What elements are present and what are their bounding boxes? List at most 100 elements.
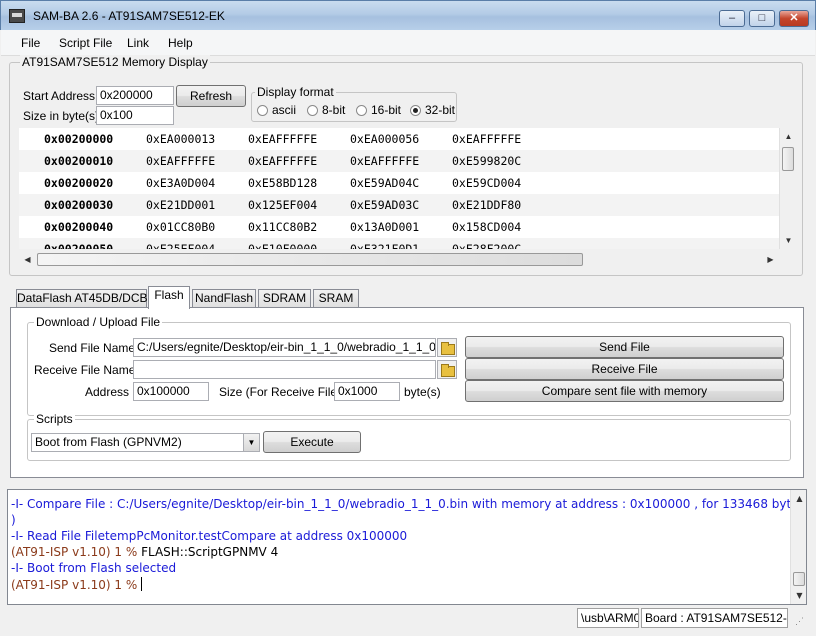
memory-value-cell: 0x158CD004: [452, 220, 522, 234]
memory-value-cell: 0xEAFFFFFE: [452, 132, 522, 146]
format-8bit-label: 8-bit: [322, 103, 346, 117]
tab-nandflash[interactable]: NandFlash: [192, 289, 256, 308]
console-line: -I- Read File FiletempPcMonitor.testComp…: [11, 529, 408, 543]
console-line: (AT91-ISP v1.10) 1 % FLASH::ScriptGPNMV …: [11, 545, 278, 559]
scroll-up-icon[interactable]: ▲: [780, 128, 797, 145]
radio-selected-icon: [410, 105, 421, 116]
script-select-value: Boot from Flash (GPNVM2): [35, 435, 182, 449]
memory-row[interactable]: 0x00200050 0xE25EF004 0xE10F0000 0xE321F0D1…: [19, 238, 779, 249]
memory-row[interactable]: 0x00200040 0x01CC80B0 0x11CC80B2 0x13A0D001…: [19, 216, 779, 238]
refresh-button[interactable]: Refresh: [176, 85, 246, 107]
memory-value-cell: 0xEA000013: [146, 132, 216, 146]
memory-value-cell: 0x01CC80B0: [146, 220, 216, 234]
folder-open-icon[interactable]: [437, 360, 457, 379]
console-prompt: (AT91-ISP v1.10) 1 %: [11, 545, 142, 559]
scripts-title: Scripts: [34, 412, 75, 426]
memory-table[interactable]: 0x00200000 0xEA000013 0xEAFFFFFE 0xEA000056…: [19, 128, 779, 249]
scroll-thumb[interactable]: [782, 147, 794, 171]
script-select[interactable]: Boot from Flash (GPNVM2) ▼: [31, 433, 260, 452]
memory-address-cell: 0x00200000: [44, 132, 114, 146]
tab-dataflash[interactable]: DataFlash AT45DB/DCB: [16, 289, 148, 308]
scroll-up-icon[interactable]: ▲: [791, 490, 806, 507]
scroll-right-icon[interactable]: ▶: [762, 251, 779, 268]
status-bar: \usb\ARM0 Board : AT91SAM7SE512-EK ⋰: [1, 606, 815, 635]
console-vertical-scrollbar[interactable]: ▲ ▼: [790, 490, 806, 604]
memory-value-cell: 0xEAFFFFFE: [146, 154, 216, 168]
send-file-input[interactable]: C:/Users/egnite/Desktop/eir-bin_1_1_0/we…: [133, 338, 436, 357]
memory-value-cell: 0xE10F0000: [248, 242, 318, 249]
send-file-label: Send File Name :: [49, 341, 142, 355]
memory-value-cell: 0xE59AD03C: [350, 198, 420, 212]
memory-address-cell: 0x00200040: [44, 220, 114, 234]
size-input[interactable]: 0x100: [96, 106, 174, 125]
console-line: -I- Boot from Flash selected: [11, 561, 177, 575]
chevron-down-icon[interactable]: ▼: [243, 434, 259, 451]
format-16bit-radio[interactable]: 16-bit: [356, 103, 401, 117]
tab-sdram[interactable]: SDRAM: [258, 289, 311, 308]
memory-value-cell: 0xEAFFFFFE: [248, 132, 318, 146]
minimize-button[interactable]: –: [719, 10, 745, 27]
memory-value-cell: 0xE59AD04C: [350, 176, 420, 190]
scroll-down-icon[interactable]: ▼: [791, 587, 806, 604]
memory-address-cell: 0x00200010: [44, 154, 114, 168]
maximize-button[interactable]: □: [749, 10, 775, 27]
format-ascii-label: ascii: [272, 103, 297, 117]
memory-row[interactable]: 0x00200030 0xE21DD001 0x125EF004 0xE59AD03C…: [19, 194, 779, 216]
menu-link[interactable]: Link: [127, 36, 149, 50]
text-cursor: [141, 577, 143, 591]
console-command: FLASH::ScriptGPNMV 4: [141, 545, 279, 559]
format-32bit-radio[interactable]: 32-bit: [410, 103, 455, 117]
format-16bit-label: 16-bit: [371, 103, 402, 117]
folder-open-icon[interactable]: [437, 338, 457, 357]
console-output[interactable]: -I- Compare File : C:/Users/egnite/Deskt…: [7, 489, 807, 605]
scroll-left-icon[interactable]: ◀: [19, 251, 36, 268]
scroll-thumb[interactable]: [37, 253, 583, 266]
menu-help[interactable]: Help: [168, 36, 193, 50]
receive-size-label: Size (For Receive File) :: [219, 385, 348, 399]
memory-row[interactable]: 0x00200020 0xE3A0D004 0xE58BD128 0xE59AD04C…: [19, 172, 779, 194]
tab-flash[interactable]: Flash: [148, 286, 190, 309]
execute-button[interactable]: Execute: [263, 431, 361, 453]
receive-size-input[interactable]: 0x1000: [334, 382, 400, 401]
resize-grip-icon[interactable]: ⋰: [795, 616, 809, 630]
download-upload-title: Download / Upload File: [34, 315, 163, 329]
memory-value-cell: 0xE321F0D1: [350, 242, 420, 249]
receive-file-label: Receive File Name :: [34, 363, 143, 377]
title-bar: SAM-BA 2.6 - AT91SAM7SE512-EK – □ ✕: [0, 0, 816, 30]
scroll-thumb[interactable]: [793, 572, 805, 586]
format-32bit-label: 32-bit: [425, 103, 456, 117]
console-line: -I- Compare File : C:/Users/egnite/Deskt…: [11, 497, 807, 511]
scroll-down-icon[interactable]: ▼: [780, 232, 797, 249]
window-title: SAM-BA 2.6 - AT91SAM7SE512-EK: [33, 9, 225, 23]
send-file-button[interactable]: Send File: [465, 336, 784, 358]
radio-icon: [257, 105, 268, 116]
radio-icon: [307, 105, 318, 116]
compare-file-button[interactable]: Compare sent file with memory: [465, 380, 784, 402]
memory-value-cell: 0xE3A0D004: [146, 176, 216, 190]
memory-value-cell: 0xE21DDF80: [452, 198, 522, 212]
memory-row[interactable]: 0x00200010 0xEAFFFFFE 0xEAFFFFFE 0xEAFFFFFE…: [19, 150, 779, 172]
memory-value-cell: 0xEAFFFFFE: [248, 154, 318, 168]
menu-script-file[interactable]: Script File: [59, 36, 112, 50]
memory-value-cell: 0xE28F200C: [452, 242, 522, 249]
radio-icon: [356, 105, 367, 116]
tab-sram[interactable]: SRAM: [313, 289, 359, 308]
memory-row[interactable]: 0x00200000 0xEA000013 0xEAFFFFFE 0xEA000056…: [19, 128, 779, 150]
menu-file[interactable]: File: [21, 36, 40, 50]
receive-file-input[interactable]: [133, 360, 436, 379]
console-line: (AT91-ISP v1.10) 1 %: [11, 577, 143, 592]
format-8bit-radio[interactable]: 8-bit: [307, 103, 345, 117]
memory-horizontal-scrollbar[interactable]: ◀ ▶: [19, 251, 779, 268]
memory-display-title: AT91SAM7SE512 Memory Display: [20, 55, 210, 69]
memory-vertical-scrollbar[interactable]: ▲ ▼: [779, 128, 796, 249]
display-format-radios: ascii 8-bit 16-bit 32-bit: [257, 103, 457, 119]
memory-value-cell: 0x125EF004: [248, 198, 318, 212]
address-input[interactable]: 0x100000: [133, 382, 209, 401]
start-address-input[interactable]: 0x200000: [96, 86, 174, 105]
format-ascii-radio[interactable]: ascii: [257, 103, 296, 117]
memory-address-cell: 0x00200030: [44, 198, 114, 212]
receive-file-button[interactable]: Receive File: [465, 358, 784, 380]
memory-value-cell: 0xE59CD004: [452, 176, 522, 190]
status-board: Board : AT91SAM7SE512-EK: [641, 608, 788, 628]
close-button[interactable]: ✕: [779, 10, 809, 27]
